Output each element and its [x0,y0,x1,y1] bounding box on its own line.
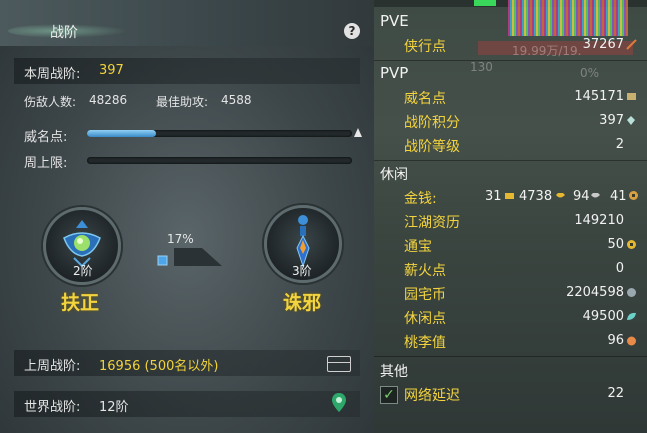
section-other-title: 其他 [380,364,408,380]
gold-ingot-icon [556,193,565,198]
money-value-3: 94 [573,189,590,204]
last-week-value: 16956 (500名以外) [99,359,219,374]
leisure-row-leisure-points: 休闲点 49500 [374,306,647,328]
leisure-points-label: 休闲点 [404,311,446,327]
badge-icon [627,93,636,100]
prestige-progress-fill [87,130,156,137]
gold-ingot-icon [505,193,514,199]
faction-left-name: 扶正 [61,292,100,314]
money-value-4: 41 [610,189,627,204]
taoli-label: 桃李值 [404,335,446,351]
xiaxing-value: 37267 [582,37,624,52]
divider [374,356,647,357]
tongbao-value: 50 [607,237,624,252]
house-coin-icon [627,288,636,297]
divider [374,60,647,61]
panel-title: 战阶 [50,25,78,41]
world-rank-label: 世界战阶: [24,400,81,415]
weekly-cap-label: 周上限: [24,156,68,171]
background-decoration [508,0,628,36]
leaf-icon [627,312,636,320]
divider [374,160,647,161]
tongbao-label: 通宝 [404,239,432,255]
leisure-row-tongbao: 通宝 50 [374,234,647,256]
balance-ramp [157,248,222,266]
rank-score-label: 战阶积分 [404,115,460,131]
last-week-label: 上周战阶: [24,359,81,374]
house-coin-value: 2204598 [566,285,624,300]
currency-panel: 19.99万/19. 130 0% PVE 侠行点 37267 PVP 威名点 … [374,0,647,433]
prestige-label: 威名点: [24,130,68,145]
rank-panel: 战阶 ? 本周战阶: 397 伤敌人数: 48286 最佳助攻: 4588 威名… [0,0,374,433]
seniority-label: 江湖资历 [404,215,460,231]
enemies-hurt-label: 伤敌人数: [24,95,77,109]
pvp-row-rank-score: 战阶积分 397 [374,110,647,132]
best-assist-label: 最佳助攻: [156,95,209,109]
leisure-row-seniority: 江湖资历 149210 [374,210,647,232]
peach-icon [627,336,636,346]
weekly-cap-progress-bar [87,157,352,164]
leisure-row-xinhuo: 薪火点 0 [374,258,647,280]
chest-icon[interactable] [327,356,351,372]
balance-percent: 17% [167,232,194,246]
prestige-points-label: 威名点 [404,91,446,107]
xiaxing-label: 侠行点 [404,39,446,55]
faction-right-level: 3阶 [292,264,312,278]
money-label: 金钱: [404,191,437,207]
section-leisure-title: 休闲 [380,167,408,183]
rank-panel-header: 战阶 ? [0,0,374,46]
faction-left-level: 2阶 [73,264,93,278]
prestige-points-value: 145171 [574,89,624,104]
money-value-1: 31 [485,189,502,204]
pvp-row-prestige: 威名点 145171 [374,86,647,108]
other-row-latency: 网络延迟 22 [374,383,647,405]
rank-level-label: 战阶等级 [404,139,460,155]
money-value-2: 4738 [519,189,553,204]
pve-row-xiaxing: 侠行点 37267 [374,34,647,56]
world-rank-value: 12阶 [99,400,129,415]
house-coin-label: 园宅币 [404,287,446,303]
silver-ingot-icon [591,193,600,198]
location-pin-icon[interactable] [331,392,347,414]
network-latency-label: 网络延迟 [404,388,460,404]
background-text-percent: 0% [580,66,600,80]
help-button[interactable]: ? [344,23,360,39]
taoli-value: 96 [607,333,624,348]
leisure-points-value: 49500 [582,309,624,324]
background-text-level: 130 [470,60,493,74]
network-latency-value: 22 [607,386,624,401]
rank-score-value: 397 [599,113,624,128]
seniority-value: 149210 [574,213,624,228]
weekly-rank-label: 本周战阶: [24,67,81,82]
weekly-rank-value: 397 [99,63,124,78]
section-pvp-title: PVP [380,64,409,82]
rank-level-value: 2 [615,137,624,152]
section-pve-title: PVE [380,12,409,30]
leisure-row-taoli: 桃李值 96 [374,330,647,352]
wing-icon [627,116,635,125]
prestige-progress-bar [87,130,352,137]
leisure-row-money: 金钱: 31 4738 94 41 [374,186,647,208]
faction-right-name: 诛邪 [283,292,322,314]
coin-icon [627,240,636,249]
prestige-cap-marker-icon [354,128,362,137]
xinhuo-label: 薪火点 [404,263,446,279]
best-assist-value: 4588 [221,93,252,107]
pvp-row-rank-level: 战阶等级 2 [374,134,647,156]
xinhuo-value: 0 [615,261,624,276]
enemies-hurt-value: 48286 [89,93,128,107]
sword-icon [626,39,637,50]
leisure-row-house-coin: 园宅币 2204598 [374,282,647,304]
copper-coin-icon [629,191,638,200]
